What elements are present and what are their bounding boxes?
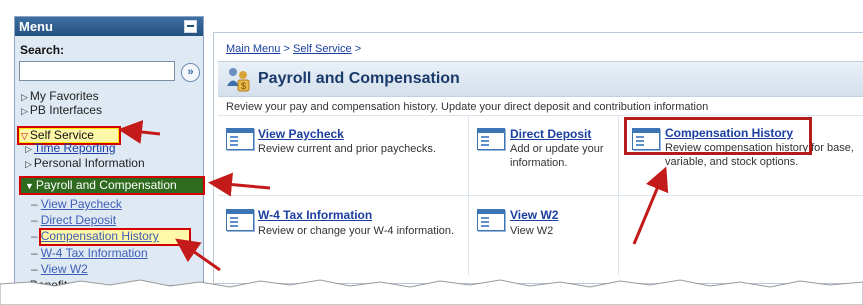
menu-item-label: My Favorites xyxy=(29,89,99,103)
page-description: Review your pay and compensation history… xyxy=(226,101,709,113)
tile-direct-deposit-link[interactable]: Direct Deposit xyxy=(510,127,591,141)
dash-icon: – xyxy=(31,213,38,227)
tile-view-paycheck-desc: Review current and prior paychecks. xyxy=(258,143,436,155)
expand-arrow-icon: ▷ xyxy=(25,144,32,154)
collapse-icon[interactable] xyxy=(184,20,197,33)
screenshot: Menu Search: » ▷ My Favorites ▷ PB Interfa… xyxy=(0,0,863,305)
menu-item-label: Time Reporting xyxy=(33,141,116,155)
menu-item-direct-deposit[interactable]: – Direct Deposit xyxy=(31,214,116,227)
menu-item-label: Direct Deposit xyxy=(40,213,117,227)
menu-item-label: Compensation History xyxy=(40,229,159,243)
menu-item-label: Personal Information xyxy=(33,156,145,170)
tile-direct-deposit-desc: Add or update your information. xyxy=(510,143,604,169)
tile-w4-tax-desc: Review or change your W-4 information. xyxy=(258,225,455,237)
dash-icon: – xyxy=(31,197,38,211)
left-menu-panel: Menu Search: » ▷ My Favorites ▷ PB Interfa… xyxy=(14,16,205,292)
menu-item-w4-tax-information[interactable]: – W-4 Tax Information xyxy=(31,247,148,260)
menu-item-label: Payroll and Compensation xyxy=(35,178,177,192)
menu-item-label: PB Interfaces xyxy=(29,103,102,117)
menu-item-time-reporting[interactable]: ▷ Time Reporting xyxy=(25,142,116,156)
collapse-arrow-icon: ▽ xyxy=(21,131,28,141)
search-go-button[interactable]: » xyxy=(181,63,200,82)
menu-item-personal-information[interactable]: ▷ Personal Information xyxy=(25,157,145,171)
breadcrumb-main-menu[interactable]: Main Menu xyxy=(226,43,280,55)
divider xyxy=(618,115,619,275)
menu-title: Menu xyxy=(19,19,53,34)
page-title: Payroll and Compensation xyxy=(258,70,460,87)
breadcrumb-separator: > xyxy=(283,43,290,55)
payroll-people-icon: $ xyxy=(227,68,250,92)
divider xyxy=(218,115,863,116)
menu-item-payroll-compensation[interactable]: ▼ Payroll and Compensation xyxy=(19,176,205,195)
dash-icon: – xyxy=(31,246,38,260)
menu-item-compensation-history[interactable]: – Compensation History xyxy=(31,230,159,243)
menu-item-my-favorites[interactable]: ▷ My Favorites xyxy=(21,90,99,104)
tile-w4-tax-link[interactable]: W-4 Tax Information xyxy=(258,208,372,222)
collapse-arrow-icon: ▼ xyxy=(25,181,34,191)
content-panel: Main Menu > Self Service > $ Payroll and… xyxy=(213,32,863,284)
menu-item-label: W-4 Tax Information xyxy=(40,246,148,260)
expand-arrow-icon: ▷ xyxy=(21,106,28,116)
compensation-history-highlight-box xyxy=(624,117,812,155)
divider xyxy=(218,195,863,196)
breadcrumb: Main Menu > Self Service > xyxy=(226,43,361,55)
menu-header: Menu xyxy=(15,17,203,36)
menu-item-label: View Paycheck xyxy=(40,197,122,211)
dash-icon: – xyxy=(31,229,38,243)
page-icon xyxy=(226,209,254,231)
breadcrumb-separator: > xyxy=(354,43,362,55)
page-icon xyxy=(477,128,505,150)
page-icon xyxy=(226,128,254,150)
divider xyxy=(468,115,469,275)
expand-arrow-icon: ▷ xyxy=(25,159,32,169)
tile-view-w2-desc: View W2 xyxy=(510,225,554,237)
breadcrumb-self-service[interactable]: Self Service xyxy=(293,43,352,55)
expand-arrow-icon: ▷ xyxy=(21,92,28,102)
svg-text:$: $ xyxy=(241,81,246,91)
tile-view-paycheck-link[interactable]: View Paycheck xyxy=(258,127,344,141)
menu-item-label: Self Service xyxy=(29,128,94,142)
search-label: Search: xyxy=(20,43,65,57)
page-icon xyxy=(477,209,505,231)
tile-view-w2-link[interactable]: View W2 xyxy=(510,208,558,222)
search-input[interactable] xyxy=(19,61,175,81)
menu-item-pb-interfaces[interactable]: ▷ PB Interfaces xyxy=(21,104,102,118)
menu-item-view-paycheck[interactable]: – View Paycheck xyxy=(31,198,122,211)
torn-edge xyxy=(0,279,863,305)
page-title-bar: $ Payroll and Compensation xyxy=(218,61,863,97)
